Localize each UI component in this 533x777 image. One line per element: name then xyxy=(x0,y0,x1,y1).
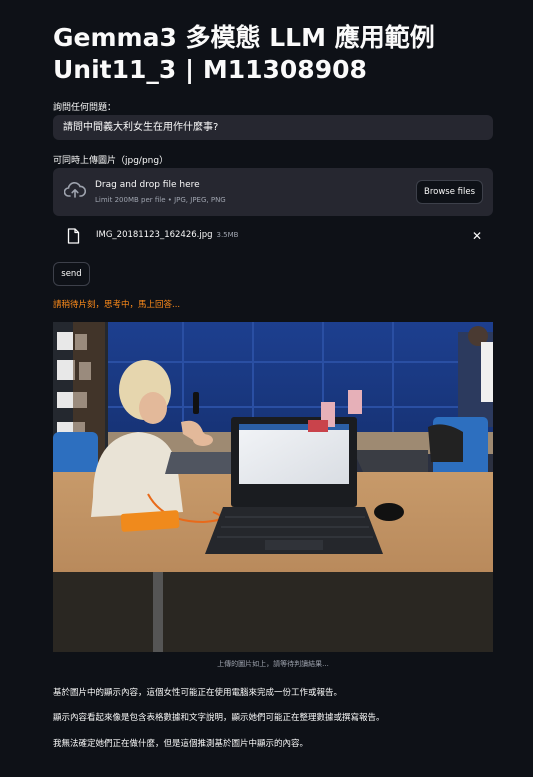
file-icon xyxy=(67,228,80,248)
image-caption: 上傳的圖片如上，請等待判讀結果... xyxy=(217,660,329,668)
browse-files-button[interactable]: Browse files xyxy=(416,180,483,204)
title-line-2: Unit11_3 | M11308908 xyxy=(53,55,367,84)
uploaded-file-row: IMG_20181123_162426.jpg 3.5MB ✕ xyxy=(53,226,493,248)
uploaded-image xyxy=(53,322,493,652)
status-message: 請稍待片刻，思考中，馬上回答... xyxy=(53,300,181,310)
uploaded-file-name: IMG_20181123_162426.jpg 3.5MB xyxy=(96,230,238,240)
uploader-label: 可同時上傳圖片（jpg/png） xyxy=(53,156,169,166)
dropzone-limits: Limit 200MB per file • JPG, JPEG, PNG xyxy=(95,196,226,204)
dropzone-title: Drag and drop file here xyxy=(95,180,200,190)
send-button[interactable]: send xyxy=(53,262,90,286)
title-line-1: Gemma3 多模態 LLM 應用範例 xyxy=(53,23,435,52)
cloud-upload-icon xyxy=(63,181,87,203)
question-input[interactable] xyxy=(53,115,493,140)
answer-line-3: 我無法確定她們正在做什麼，但是這個推測基於圖片中顯示的內容。 xyxy=(53,739,309,749)
answer-line-2: 顯示內容看起來像是包含表格數據和文字說明，顯示她們可能正在整理數據或撰寫報告。 xyxy=(53,713,385,723)
remove-file-icon[interactable]: ✕ xyxy=(472,229,482,243)
file-name-text: IMG_20181123_162426.jpg xyxy=(96,230,213,240)
answer-line-1: 基於圖片中的顯示內容，這個女性可能正在使用電腦來完成一份工作或報告。 xyxy=(53,688,343,698)
file-size: 3.5MB xyxy=(216,231,239,239)
question-label: 詢問任何問題： xyxy=(53,103,117,113)
page-title: Gemma3 多模態 LLM 應用範例 Unit11_3 | M11308908 xyxy=(53,22,493,86)
file-dropzone[interactable]: Drag and drop file here Limit 200MB per … xyxy=(53,168,493,216)
